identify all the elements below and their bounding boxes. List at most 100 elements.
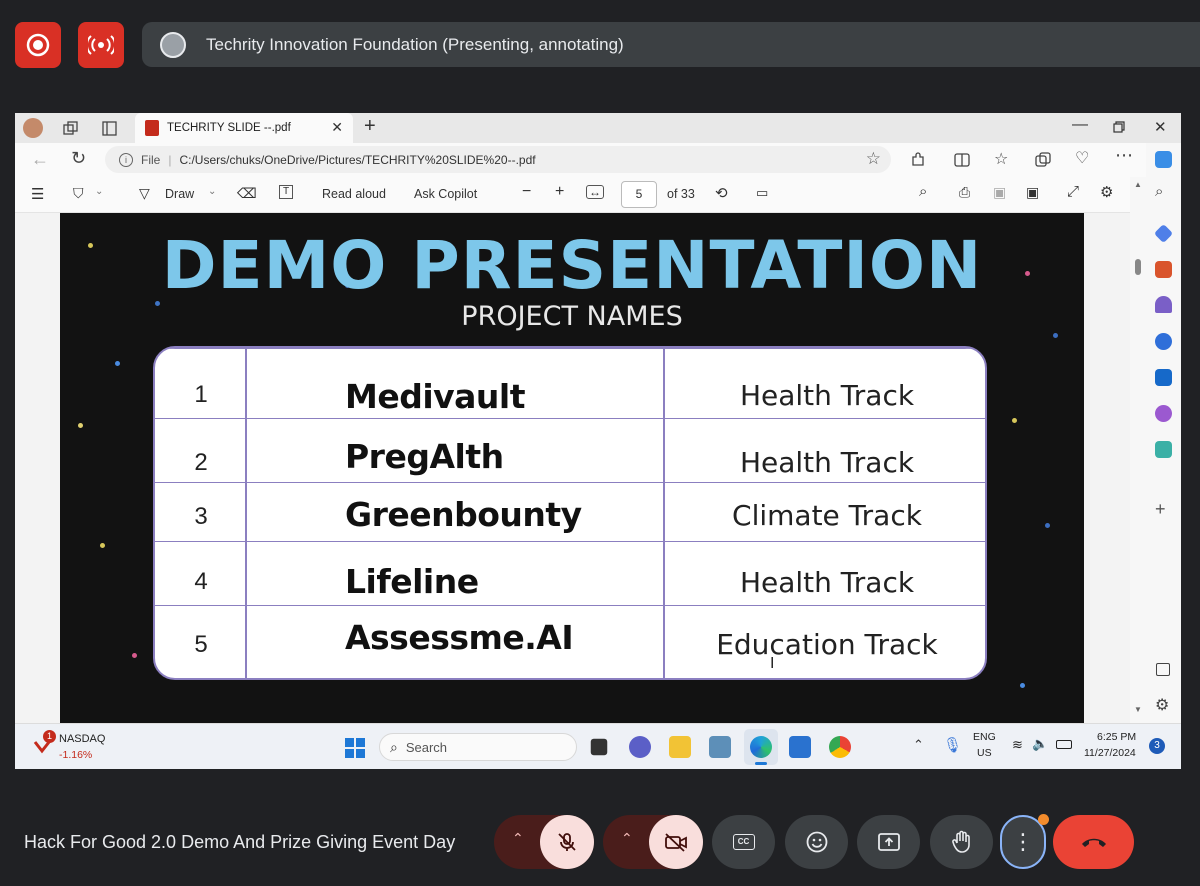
contents-icon[interactable]: ☰ [31,185,44,203]
favorite-star-icon[interactable]: ☆ [866,149,881,169]
draw-button[interactable]: Draw [165,187,194,201]
info-icon: i [119,152,133,167]
pdf-scrollbar[interactable]: ▲ ▼ [1130,177,1146,723]
url-field[interactable]: i File | C:/Users/chuks/OneDrive/Picture… [105,146,891,173]
microsoft-365-icon[interactable] [1155,333,1172,350]
search-icon[interactable]: ⌕ [919,183,927,200]
more-vert-icon: ⋮ [1012,829,1034,854]
camera-off-icon [665,833,687,852]
language-label[interactable]: ENG [973,731,996,743]
captions-button[interactable]: CC [712,815,775,869]
add-app-icon[interactable]: + [1155,499,1166,520]
designer-icon[interactable] [1155,405,1172,422]
meet-bottom-bar: Hack For Good 2.0 Demo And Prize Giving … [0,792,1200,886]
minimize-icon[interactable]: — [1072,116,1088,134]
slide-subtitle: PROJECT NAMES [461,301,683,332]
shopping-icon[interactable] [1153,223,1174,244]
camera-options-chevron-icon[interactable]: ⌃ [621,830,633,847]
project-name: Lifeline [345,562,479,601]
mic-options-chevron-icon[interactable]: ⌃ [512,830,524,847]
rotate-icon[interactable]: ⟲ [715,184,728,202]
restore-icon[interactable] [1113,121,1125,133]
fullscreen-icon[interactable]: ⤢ [1067,183,1079,200]
project-track: Health Track [739,379,915,412]
project-track: Health Track [739,446,915,479]
outlook-icon[interactable] [1155,369,1172,386]
reactions-button[interactable] [785,815,848,869]
wifi-icon[interactable]: ≋ [1012,737,1023,753]
recording-button[interactable] [15,22,61,68]
fit-page-icon[interactable]: ↔ [586,185,604,199]
save-icon[interactable]: ▣ [993,184,1006,201]
print-icon[interactable]: ⎙ [959,184,970,201]
scrollbar-thumb[interactable] [1135,259,1141,275]
more-options-button[interactable]: ⋮ [1000,814,1049,869]
url-text: C:/Users/chuks/OneDrive/Pictures/TECHRIT… [179,152,536,167]
profile-avatar[interactable] [23,118,43,138]
file-explorer-icon[interactable] [669,736,691,758]
taskbar-search[interactable]: ⌕ Search [379,733,577,761]
chevron-down-icon[interactable]: ⌄ [95,186,103,197]
hide-sidebar-icon[interactable] [1156,663,1170,676]
workspaces-icon[interactable] [63,121,78,136]
sidebar-settings-icon[interactable]: ⚙ [1155,695,1169,715]
refresh-icon[interactable]: ↻ [71,148,86,169]
slide-title: DEMO PRESENTATION [161,227,983,304]
drop-icon[interactable] [1155,441,1172,458]
presenting-banner[interactable]: Techrity Innovation Foundation (Presenti… [142,22,1200,67]
zoom-in-icon[interactable]: + [555,183,564,201]
leave-call-button[interactable] [1053,815,1134,869]
region-label[interactable]: US [977,747,992,759]
games-icon[interactable] [1155,296,1172,313]
notification-badge[interactable]: 3 [1149,738,1165,754]
clock-time[interactable]: 6:25 PM [1097,731,1136,743]
read-aloud-button[interactable]: Read aloud [322,187,386,201]
task-view-icon[interactable] [590,738,608,756]
camera-toggle-button[interactable] [649,815,703,869]
raise-hand-button[interactable] [930,815,993,869]
more-options-icon[interactable]: ⋯ [1115,145,1133,166]
chevron-down-icon[interactable]: ⌄ [208,186,216,197]
teams-icon[interactable] [629,736,651,758]
store-icon[interactable] [789,736,811,758]
favorites-icon[interactable]: ☆ [994,149,1008,169]
microphone-icon[interactable]: 🎙 [943,736,962,754]
row-number: 2 [194,449,208,476]
tools-icon[interactable] [1155,261,1172,278]
browser-essentials-icon[interactable]: ♡ [1075,148,1089,168]
back-icon[interactable]: ← [31,149,49,170]
row-number: 1 [194,381,208,408]
text-box-icon[interactable]: T [279,185,293,199]
draw-icon[interactable]: ▽ [139,185,150,202]
present-button[interactable] [857,815,920,869]
page-view-icon[interactable]: ▭ [756,185,768,201]
page-number-input[interactable]: 5 [621,181,657,208]
photos-app-icon[interactable] [709,736,731,758]
edge-taskbar-active[interactable] [744,729,778,765]
split-screen-icon[interactable] [954,152,970,168]
collections-icon[interactable] [1035,152,1051,168]
copilot-icon[interactable] [1155,151,1172,168]
highlight-icon[interactable]: ⛉ [73,185,84,202]
chrome-icon[interactable] [829,736,851,758]
ask-copilot-button[interactable]: Ask Copilot [414,187,477,201]
sidebar-search-icon[interactable]: ⌕ [1155,183,1163,200]
save-as-icon[interactable]: ▣ [1026,184,1039,201]
clock-date[interactable]: 11/27/2024 [1084,747,1136,759]
tab-actions-icon[interactable] [102,121,117,136]
battery-icon[interactable] [1056,740,1072,749]
eraser-icon[interactable]: ⌫ [237,185,257,202]
extensions-icon[interactable] [910,152,926,168]
zoom-out-icon[interactable]: − [522,183,531,201]
mic-toggle-button[interactable] [540,815,594,869]
close-window-icon[interactable]: ✕ [1154,118,1167,136]
new-tab-icon[interactable]: + [364,115,376,138]
live-stream-button[interactable] [78,22,124,68]
stock-widget[interactable]: 1 [33,730,56,756]
settings-icon[interactable]: ⚙ [1100,183,1113,201]
close-tab-icon[interactable]: ✕ [331,119,343,136]
tab-techrity-slide[interactable]: TECHRITY SLIDE --.pdf ✕ [135,113,353,143]
volume-icon[interactable]: 🔈 [1032,736,1048,752]
chevron-up-icon[interactable]: ⌃ [913,737,924,753]
windows-start-icon[interactable] [344,737,366,759]
